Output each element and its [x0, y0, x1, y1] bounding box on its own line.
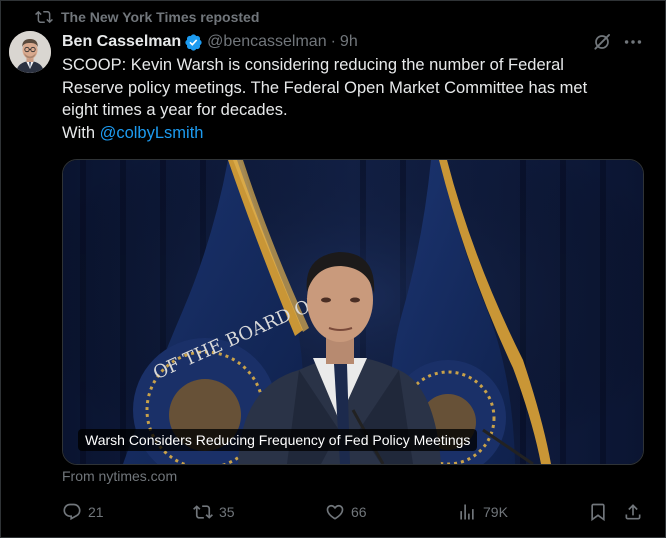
- avatar[interactable]: [9, 31, 51, 73]
- repost-count: 35: [219, 504, 235, 520]
- reply-count: 21: [88, 504, 104, 520]
- heart-icon: [326, 504, 344, 520]
- reply-button[interactable]: 21: [62, 501, 104, 523]
- views-button[interactable]: 79K: [457, 501, 508, 523]
- repost-icon: [193, 505, 213, 519]
- verified-badge-icon[interactable]: [184, 33, 203, 52]
- like-button[interactable]: 66: [325, 501, 367, 523]
- link-card-image[interactable]: OF THE BOARD OF GO: [62, 159, 644, 465]
- author-photo: [9, 31, 51, 73]
- repost-icon: [35, 10, 53, 24]
- tweet-with-line: With @colbyLsmith: [62, 122, 632, 145]
- link-card-title[interactable]: Warsh Considers Reducing Frequency of Fe…: [78, 429, 478, 451]
- link-source[interactable]: From nytimes.com: [62, 468, 177, 484]
- repost-text[interactable]: The New York Times reposted: [61, 9, 259, 25]
- bookmark-icon: [591, 503, 605, 522]
- tweet-actions: 21 35 66 79K: [62, 501, 642, 523]
- tweet-text-line: eight times a year for decades.: [62, 101, 288, 119]
- separator-dot: ·: [330, 33, 336, 50]
- views-icon: [460, 504, 474, 520]
- tweet-card[interactable]: The New York Times reposted Ben Casselma…: [0, 0, 666, 538]
- more-options-icon[interactable]: [622, 32, 644, 52]
- press-conference-photo: OF THE BOARD OF GO: [63, 160, 643, 464]
- like-count: 66: [351, 504, 367, 520]
- share-icon: [625, 504, 641, 520]
- tweet-text: SCOOP: Kevin Warsh is considering reduci…: [62, 54, 632, 144]
- repost-button[interactable]: 35: [193, 501, 235, 523]
- tweet-header: Ben Casselman @bencasselman · 9h: [62, 31, 358, 53]
- mention-link[interactable]: @colbyLsmith: [100, 124, 204, 142]
- repost-indicator: The New York Times reposted: [35, 7, 259, 27]
- tweet-timestamp[interactable]: 9h: [340, 33, 358, 51]
- author-handle[interactable]: @bencasselman: [207, 33, 326, 51]
- reply-icon: [63, 503, 81, 521]
- tweet-text-line: Reserve policy meetings. The Federal Ope…: [62, 78, 588, 97]
- tweet-text-line: SCOOP: Kevin Warsh is considering reduci…: [62, 56, 564, 74]
- bookmark-button[interactable]: [588, 501, 608, 523]
- with-prefix: With: [62, 123, 95, 142]
- views-count: 79K: [483, 504, 508, 520]
- author-name[interactable]: Ben Casselman: [62, 33, 181, 51]
- share-button[interactable]: [623, 501, 643, 523]
- grok-icon[interactable]: [592, 32, 612, 52]
